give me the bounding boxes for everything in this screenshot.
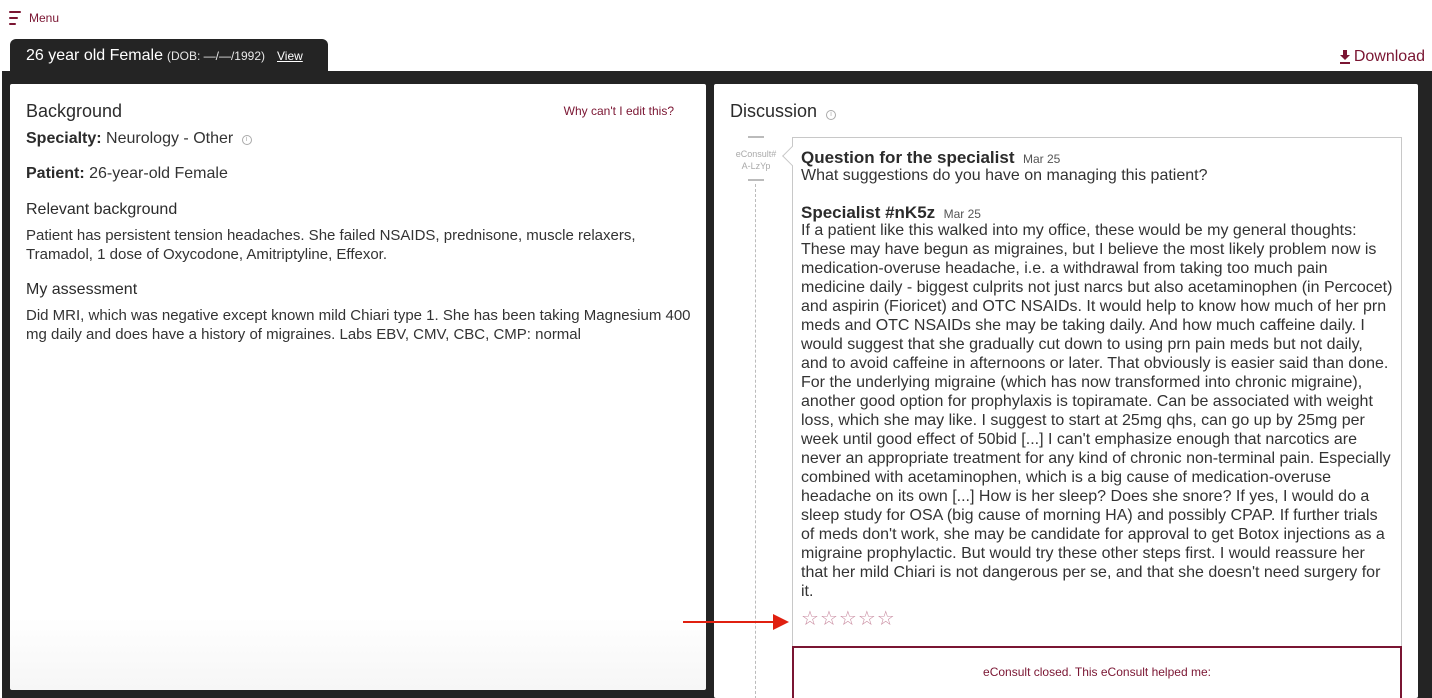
star-icon[interactable]: ☆ (858, 608, 876, 630)
view-patient-link[interactable]: View (277, 49, 303, 63)
bubble-pointer (782, 146, 802, 166)
specialist-header: Specialist #nK5z Mar 25 (801, 203, 981, 223)
econsult-id: A-LzYp (741, 161, 771, 171)
econsult-timeline: eConsult# A-LzYp (728, 136, 784, 698)
download-icon (1339, 50, 1350, 64)
background-title: Background (26, 101, 123, 121)
patient-name: 26 year old Female (26, 47, 163, 64)
star-icon[interactable]: ☆ (877, 608, 895, 630)
annotation-arrow-icon (683, 614, 789, 630)
why-cant-edit-link[interactable]: Why can't I edit this? (564, 104, 674, 118)
question-date: Mar 25 (1022, 152, 1061, 166)
star-icon[interactable]: ☆ (839, 608, 857, 630)
econsult-closed-box: eConsult closed. This eConsult helped me… (792, 646, 1402, 698)
question-header: Question for the specialist Mar 25 (801, 148, 1060, 168)
timeline-marker (748, 136, 764, 138)
arrow-head (773, 614, 789, 630)
timeline-marker (748, 179, 764, 181)
specialist-response-text: If a patient like this walked into my of… (801, 222, 1393, 600)
specialty-field: Specialty: Neurology - Other i (26, 130, 252, 148)
question-heading: Question for the specialist (801, 148, 1015, 167)
star-rating[interactable]: ☆ ☆ ☆ ☆ ☆ (801, 608, 895, 630)
patient-tab: 26 year old Female (DOB: —/—/1992) View (10, 39, 328, 73)
download-label: Download (1353, 48, 1425, 65)
discussion-title-text: Discussion (730, 101, 818, 121)
star-icon[interactable]: ☆ (820, 608, 838, 630)
info-icon[interactable]: i (826, 110, 837, 120)
econsult-label: eConsult# (735, 149, 777, 159)
download-button[interactable]: Download (1339, 48, 1425, 66)
discussion-title: Discussion i (730, 101, 837, 122)
relevant-background-text: Patient has persistent tension headaches… (26, 227, 636, 263)
assessment-heading: My assessment (26, 281, 138, 298)
relevant-background-heading: Relevant background (26, 201, 178, 218)
specialist-heading: Specialist #nK5z (801, 203, 936, 222)
menu-button[interactable]: Menu (9, 10, 59, 26)
econsult-closed-text: eConsult closed. This eConsult helped me… (983, 665, 1211, 679)
econsult-id-label: eConsult# A-LzYp (728, 148, 784, 172)
patient-label: Patient: (26, 165, 85, 182)
patient-field: Patient: 26-year-old Female (26, 165, 228, 183)
message-thread: Question for the specialist Mar 25 What … (782, 137, 1402, 698)
patient-dob: (DOB: —/—/1992) (166, 49, 265, 63)
patient-value: 26-year-old Female (89, 165, 228, 182)
background-panel: Background Why can't I edit this? Specia… (10, 84, 706, 690)
menu-label: Menu (29, 11, 60, 25)
assessment-text: Did MRI, which was negative except known… (26, 307, 691, 343)
specialty-label: Specialty: (26, 130, 102, 147)
hamburger-menu-icon (9, 10, 21, 26)
arrow-shaft (683, 621, 775, 623)
question-text: What suggestions do you have on managing… (801, 167, 1208, 184)
star-icon[interactable]: ☆ (801, 608, 819, 630)
discussion-panel: Discussion i eConsult# A-LzYp Question f… (714, 84, 1418, 698)
info-icon[interactable]: i (241, 135, 252, 145)
specialty-value: Neurology - Other (106, 130, 234, 147)
specialist-date: Mar 25 (943, 207, 981, 221)
